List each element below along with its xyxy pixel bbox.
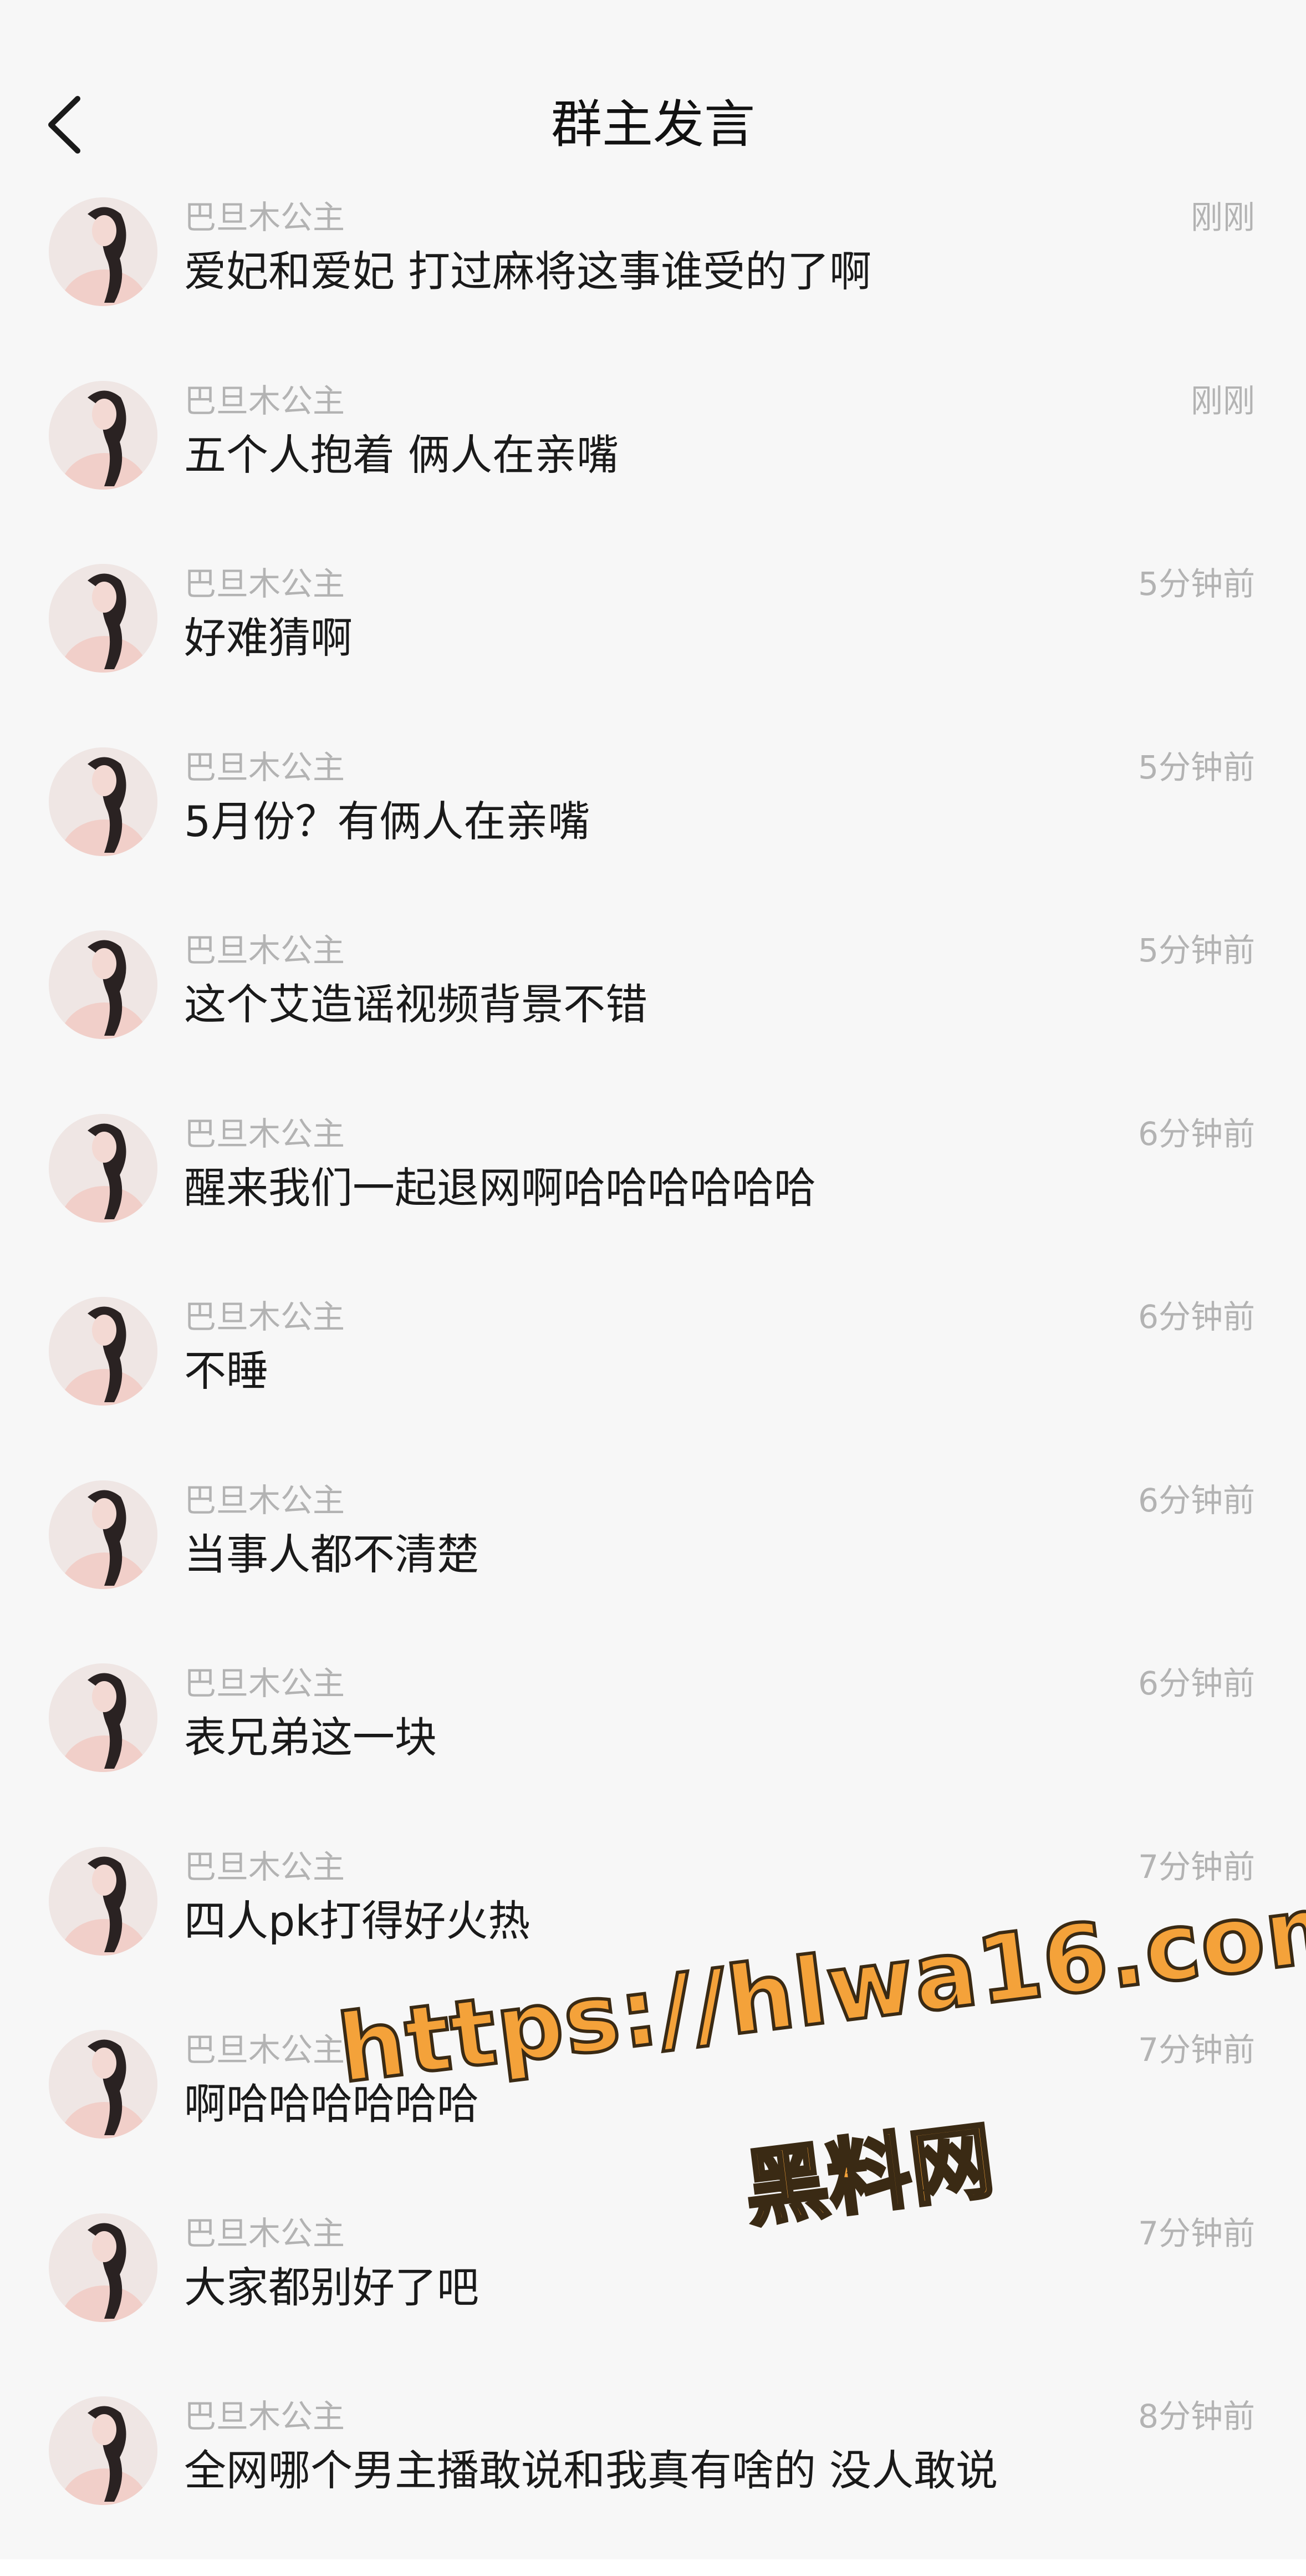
message-text: 这个艾造谣视频背景不错 [184,980,647,1029]
timestamp: 6分钟前 [1138,1114,1255,1153]
message-text: 爱妃和爱妃 打过麻将这事谁受的了啊 [184,247,872,296]
username[interactable]: 巴旦木公主 [184,381,345,421]
timestamp: 7分钟前 [1138,2214,1255,2252]
message-text: 5月份？有俩人在亲嘴 [184,796,590,846]
username[interactable]: 巴旦木公主 [184,930,345,970]
page-title: 群主发言 [550,95,755,154]
avatar[interactable] [49,747,157,856]
message-text: 四人pk打得好火热 [184,1896,530,1946]
message-item[interactable]: 巴旦木公主 5分钟前 5月份？有俩人在亲嘴 [0,733,1306,917]
username[interactable]: 巴旦木公主 [184,1480,345,1520]
username[interactable]: 巴旦木公主 [184,1114,345,1154]
message-text: 五个人抱着 俩人在亲嘴 [184,430,619,480]
avatar[interactable] [49,1297,157,1406]
timestamp: 6分钟前 [1138,1664,1255,1702]
avatar[interactable] [49,380,157,490]
username[interactable]: 巴旦木公主 [184,197,345,237]
username[interactable]: 巴旦木公主 [184,2396,345,2436]
username[interactable]: 巴旦木公主 [184,564,345,604]
header-bar: 群主发言 [0,0,1306,183]
message-text: 表兄弟这一块 [184,1713,437,1762]
avatar[interactable] [49,1663,157,1772]
avatar[interactable] [49,1846,157,1956]
timestamp: 6分钟前 [1138,1298,1255,1336]
home-indicator [0,2559,1306,2576]
message-text: 全网哪个男主播敢说和我真有啥的 没人敢说 [184,2446,998,2495]
avatar[interactable] [49,2213,157,2322]
username[interactable]: 巴旦木公主 [184,747,345,787]
timestamp: 5分钟前 [1138,931,1255,969]
avatar[interactable] [49,930,157,1039]
timestamp: 7分钟前 [1138,2031,1255,2069]
message-item[interactable]: 巴旦木公主 刚刚 爱妃和爱妃 打过麻将这事谁受的了啊 [0,183,1306,366]
avatar[interactable] [49,564,157,673]
timestamp: 8分钟前 [1138,2397,1255,2435]
timestamp: 刚刚 [1190,381,1255,420]
message-item[interactable]: 巴旦木公主 7分钟前 大家都别好了吧 [0,2199,1306,2382]
username[interactable]: 巴旦木公主 [184,2213,345,2253]
timestamp: 6分钟前 [1138,1481,1255,1519]
message-text: 当事人都不清楚 [184,1529,479,1579]
timestamp: 刚刚 [1190,198,1255,236]
message-item[interactable]: 巴旦木公主 6分钟前 醒来我们一起退网啊哈哈哈哈哈哈 [0,1099,1306,1283]
message-text: 好难猜啊 [184,613,353,663]
message-item[interactable]: 巴旦木公主 刚刚 五个人抱着 俩人在亲嘴 [0,366,1306,550]
message-list[interactable]: 巴旦木公主 刚刚 爱妃和爱妃 打过麻将这事谁受的了啊 巴旦木公主 刚刚 五个人抱… [0,183,1306,2565]
timestamp: 7分钟前 [1138,1847,1255,1886]
username[interactable]: 巴旦木公主 [184,1847,345,1887]
message-text: 啊哈哈哈哈哈哈 [184,2079,479,2129]
message-item[interactable]: 巴旦木公主 5分钟前 这个艾造谣视频背景不错 [0,916,1306,1099]
username[interactable]: 巴旦木公主 [184,2030,345,2070]
avatar[interactable] [49,2030,157,2139]
username[interactable]: 巴旦木公主 [184,1297,345,1337]
message-item[interactable]: 巴旦木公主 8分钟前 全网哪个男主播敢说和我真有啥的 没人敢说 [0,2382,1306,2565]
message-text: 大家都别好了吧 [184,2262,479,2312]
timestamp: 5分钟前 [1138,748,1255,786]
message-item[interactable]: 巴旦木公主 6分钟前 当事人都不清楚 [0,1466,1306,1650]
message-item[interactable]: 巴旦木公主 6分钟前 不睡 [0,1282,1306,1466]
username[interactable]: 巴旦木公主 [184,1663,345,1703]
message-text: 不睡 [184,1346,268,1396]
message-item[interactable]: 巴旦木公主 6分钟前 表兄弟这一块 [0,1649,1306,1832]
timestamp: 5分钟前 [1138,565,1255,603]
message-item[interactable]: 巴旦木公主 7分钟前 四人pk打得好火热 [0,1832,1306,2016]
message-item[interactable]: 巴旦木公主 5分钟前 好难猜啊 [0,549,1306,733]
message-text: 醒来我们一起退网啊哈哈哈哈哈哈 [184,1163,816,1213]
avatar[interactable] [49,1480,157,1589]
message-item[interactable]: 巴旦木公主 7分钟前 啊哈哈哈哈哈哈 [0,2015,1306,2199]
avatar[interactable] [49,197,157,306]
avatar[interactable] [49,2396,157,2505]
avatar[interactable] [49,1113,157,1223]
